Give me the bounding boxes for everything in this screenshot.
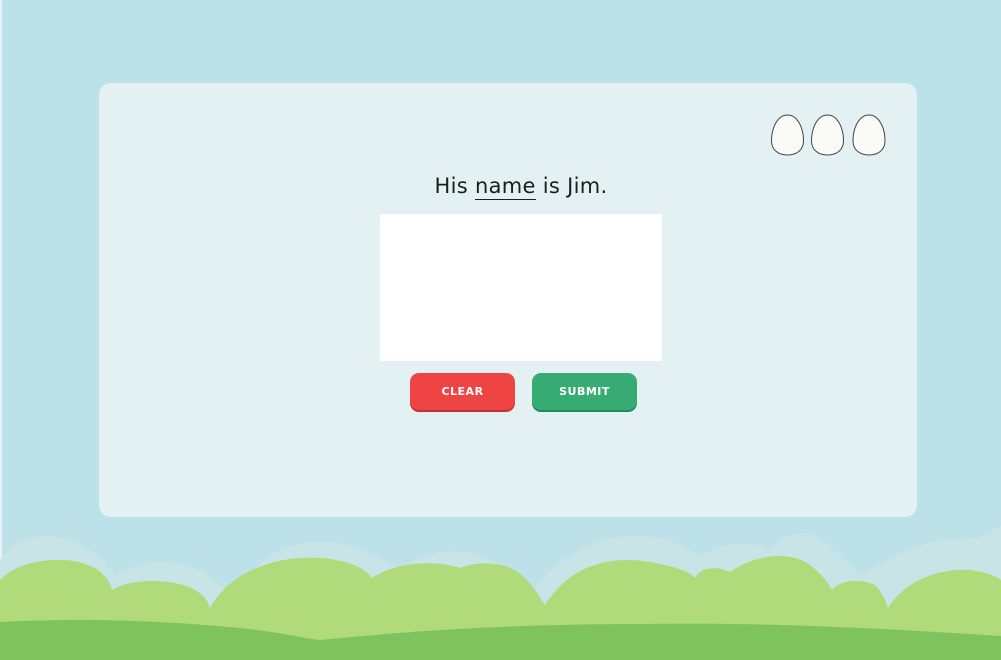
- clear-button[interactable]: CLEAR: [410, 373, 515, 410]
- lives-indicator: [771, 114, 891, 158]
- egg-icon: [771, 114, 805, 156]
- submit-button[interactable]: SUBMIT: [532, 373, 637, 410]
- egg-icon: [810, 114, 845, 156]
- prompt-target-word: name: [475, 174, 536, 200]
- grass-hills: [0, 525, 1001, 660]
- prompt-after: is Jim.: [535, 174, 608, 198]
- egg-icon: [852, 114, 886, 156]
- handwriting-canvas[interactable]: [380, 214, 662, 361]
- prompt-before: His: [434, 174, 475, 198]
- sentence-prompt: His name is Jim.: [380, 174, 662, 200]
